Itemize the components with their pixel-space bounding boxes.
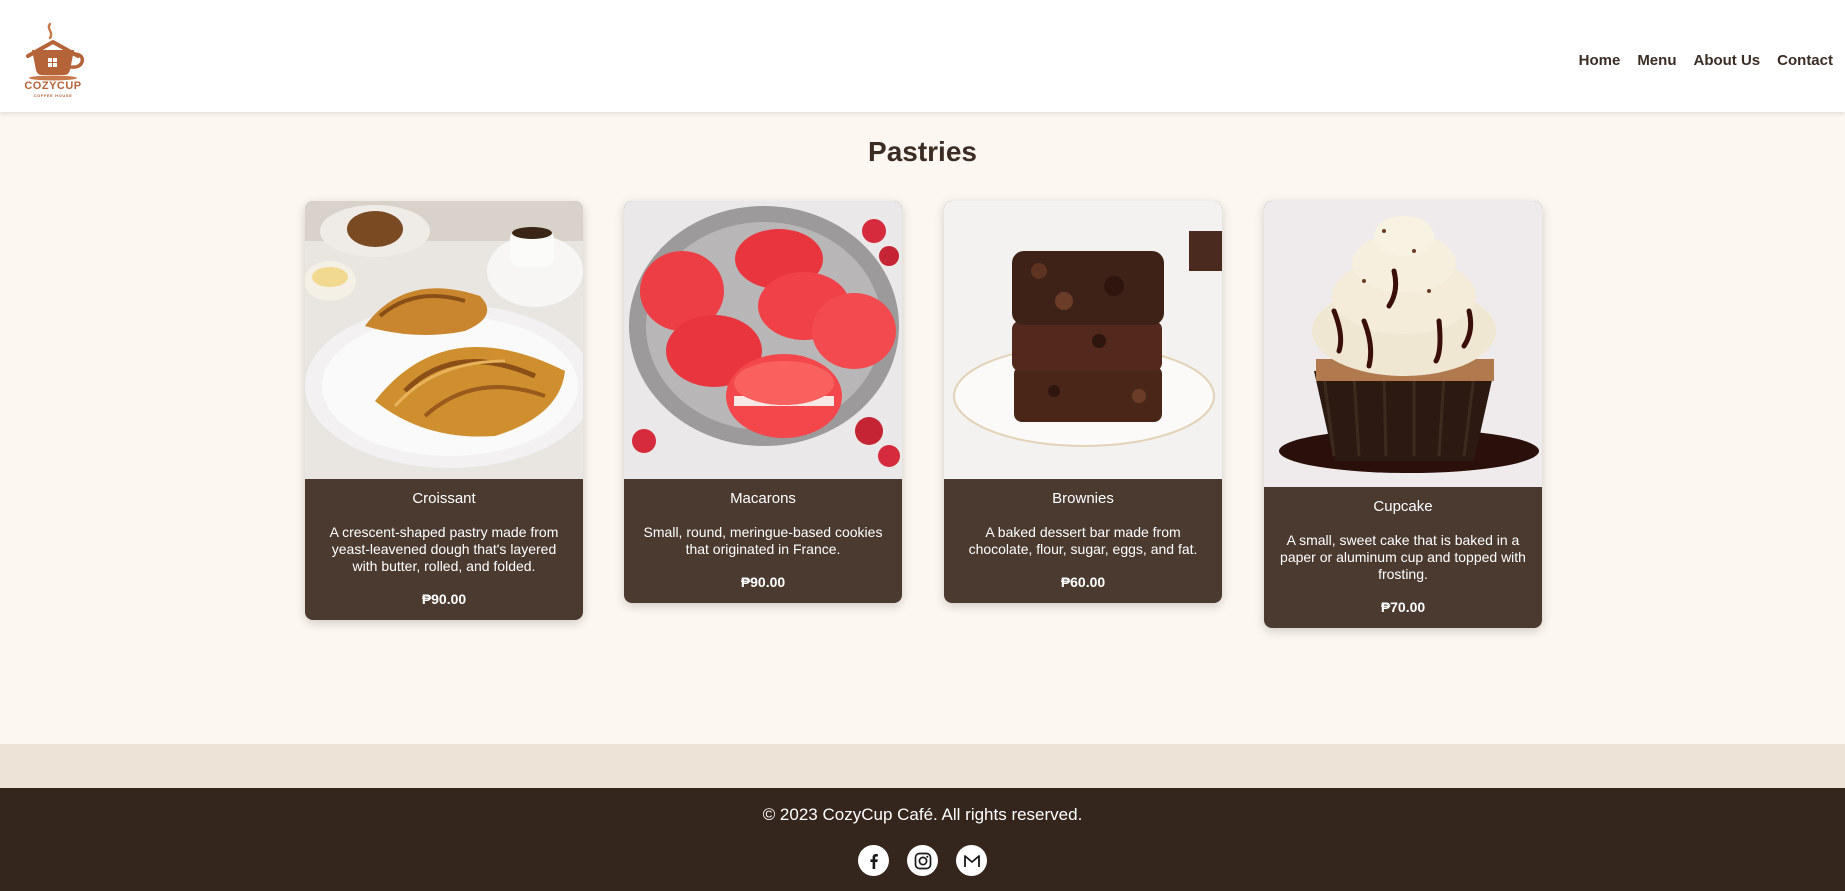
main-nav: Home Menu About Us Contact xyxy=(1562,52,1833,69)
brand-name: COZYCUP xyxy=(24,80,82,92)
coffee-cup-logo-icon xyxy=(26,22,85,81)
gmail-icon xyxy=(963,854,980,867)
cupcake-image xyxy=(1264,201,1542,487)
product-description: A baked dessert bar made from chocolate,… xyxy=(968,524,1198,557)
instagram-link[interactable] xyxy=(907,845,938,876)
social-links xyxy=(0,845,1845,876)
macarons-image xyxy=(624,201,902,479)
product-card-brownies[interactable]: Brownies A baked dessert bar made from c… xyxy=(944,201,1222,603)
nav-menu-link[interactable]: Menu xyxy=(1637,52,1676,69)
product-price: ₱90.00 xyxy=(421,591,467,607)
nav-about-us-link[interactable]: About Us xyxy=(1693,52,1760,69)
product-name: Brownies xyxy=(1052,490,1114,507)
product-name: Cupcake xyxy=(1373,498,1433,515)
gmail-link[interactable] xyxy=(956,845,987,876)
main-content: Pastries Croissant A crescent-shaped pas… xyxy=(0,112,1845,744)
brand-tagline: COFFEE HOUSE xyxy=(33,93,73,98)
copyright-text: © 2023 CozyCup Café. All rights reserved… xyxy=(762,805,1083,824)
instagram-icon xyxy=(914,852,931,869)
cozycup-logo[interactable]: COZYCUP COFFEE HOUSE xyxy=(20,20,86,102)
nav-contact-link[interactable]: Contact xyxy=(1777,52,1833,69)
product-price: ₱90.00 xyxy=(740,574,786,590)
product-name: Macarons xyxy=(730,490,796,507)
product-description: Small, round, meringue-based cookies tha… xyxy=(643,524,883,557)
card-body: Macarons Small, round, meringue-based co… xyxy=(624,479,902,603)
product-card-macarons[interactable]: Macarons Small, round, meringue-based co… xyxy=(624,201,902,603)
nav-home-link[interactable]: Home xyxy=(1579,52,1621,69)
card-body: Cupcake A small, sweet cake that is bake… xyxy=(1264,487,1542,628)
facebook-link[interactable] xyxy=(858,845,889,876)
croissant-image xyxy=(305,201,583,479)
footer-divider-band xyxy=(0,744,1845,788)
product-price: ₱60.00 xyxy=(1060,574,1106,590)
product-description: A crescent-shaped pastry made from yeast… xyxy=(329,524,559,574)
product-price: ₱70.00 xyxy=(1380,599,1426,615)
page-title: Pastries xyxy=(868,136,977,167)
brownies-image xyxy=(944,201,1222,479)
facebook-icon xyxy=(869,853,878,869)
product-name: Croissant xyxy=(412,490,476,507)
product-description: A small, sweet cake that is baked in a p… xyxy=(1280,532,1526,582)
site-footer: © 2023 CozyCup Café. All rights reserved… xyxy=(0,788,1845,891)
card-body: Brownies A baked dessert bar made from c… xyxy=(944,479,1222,603)
product-card-croissant[interactable]: Croissant A crescent-shaped pastry made … xyxy=(305,201,583,620)
card-body: Croissant A crescent-shaped pastry made … xyxy=(305,479,583,620)
product-card-cupcake[interactable]: Cupcake A small, sweet cake that is bake… xyxy=(1264,201,1542,628)
site-header: COZYCUP COFFEE HOUSE Home Menu About Us … xyxy=(0,0,1845,112)
